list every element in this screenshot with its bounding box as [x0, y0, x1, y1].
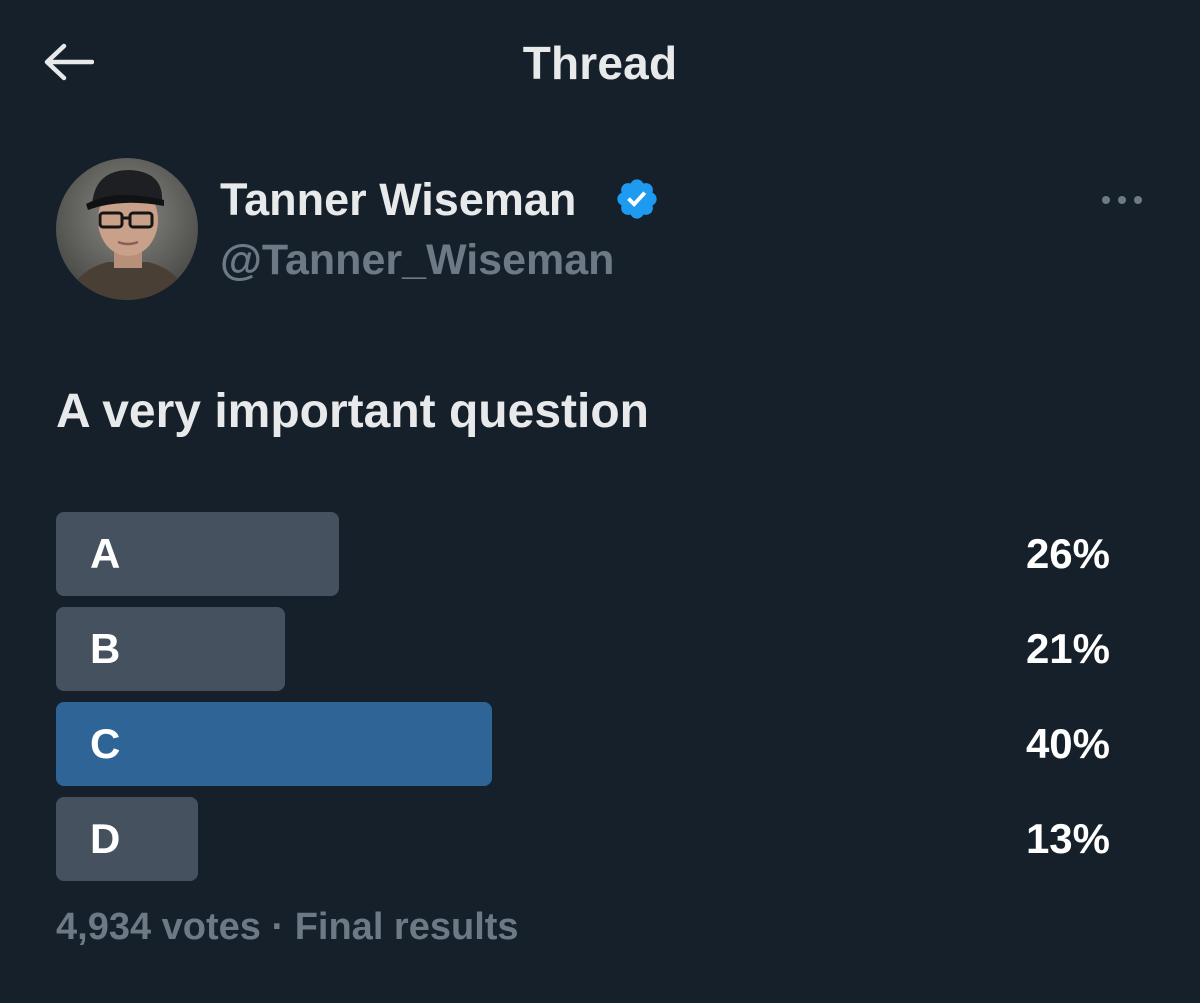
tweet-author: Tanner Wiseman @Tanner_Wiseman: [56, 158, 1156, 300]
poll-option-c[interactable]: C 40%: [56, 702, 1112, 786]
poll-vote-count: 4,934 votes: [56, 906, 261, 948]
avatar[interactable]: [56, 158, 198, 300]
poll-option-percent: 13%: [1025, 815, 1110, 862]
poll-option-d[interactable]: D 13%: [56, 797, 1112, 881]
poll-bar: [56, 702, 492, 786]
verified-badge-icon: [617, 179, 657, 219]
user-handle[interactable]: @Tanner_Wiseman: [220, 236, 614, 285]
poll-option-label: C: [90, 720, 121, 767]
display-name[interactable]: Tanner Wiseman: [220, 174, 576, 226]
poll-bar: [56, 797, 198, 881]
poll-option-percent: 21%: [1025, 625, 1110, 672]
avatar-image: [56, 158, 198, 300]
more-options-button[interactable]: [1092, 178, 1152, 222]
poll-option-b[interactable]: B 21%: [56, 607, 1112, 691]
more-horizontal-icon: [1102, 196, 1142, 204]
poll-option-percent: 40%: [1025, 720, 1110, 767]
poll-option-label: A: [90, 530, 121, 577]
tweet-text: A very important question: [56, 385, 649, 438]
poll-separator: ·: [271, 906, 285, 948]
poll-option-a[interactable]: A 26%: [56, 512, 1112, 596]
poll-option-label: B: [90, 625, 121, 672]
poll-summary: 4,934 votes · Final results: [56, 906, 519, 949]
page-title: Thread: [522, 37, 678, 89]
poll: A 26% B 21% C 40% D 13%: [56, 512, 1112, 892]
poll-option-label: D: [90, 815, 121, 862]
poll-option-percent: 26%: [1025, 530, 1110, 577]
poll-status: Final results: [294, 906, 519, 948]
top-bar: Thread: [0, 0, 1200, 126]
